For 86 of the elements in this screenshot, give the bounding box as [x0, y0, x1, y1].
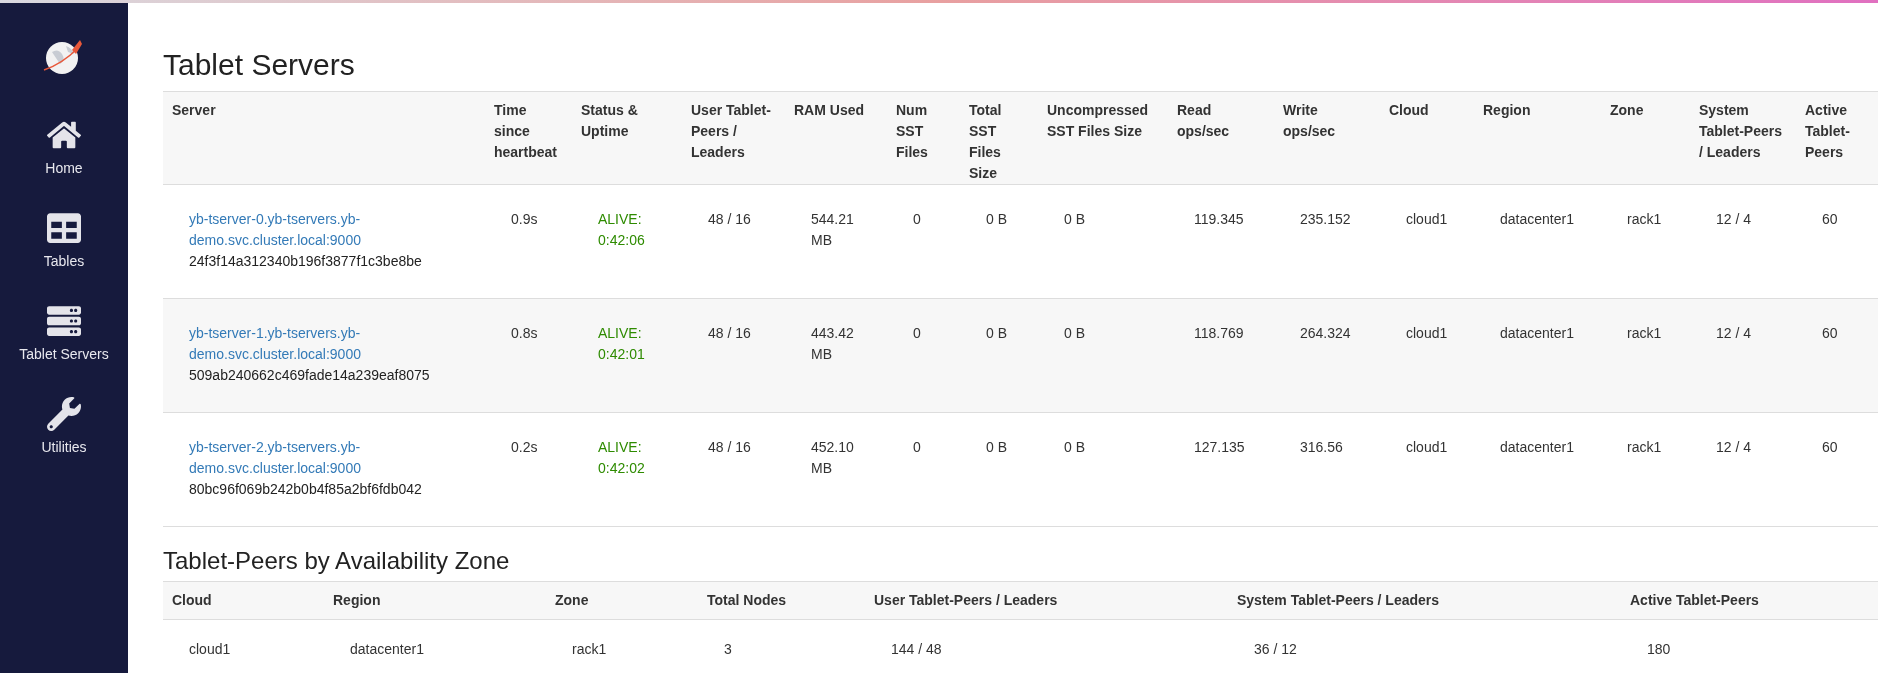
table-cell-text: 452.10 MB — [811, 438, 855, 478]
column-header: Active Tablet-Peers — [1805, 102, 1850, 160]
table-cell-text: cloud1 — [1406, 210, 1448, 229]
table-cell-text: 0 B — [986, 438, 1007, 457]
column-header: Zone — [1610, 102, 1644, 118]
column-header: Total SST Files Size — [969, 102, 1002, 181]
column-header: Cloud — [1389, 102, 1429, 118]
table-cell-text: 12 / 4 — [1716, 438, 1752, 457]
page-title: Tablet Servers — [163, 48, 356, 82]
column-header: Region — [1483, 102, 1531, 118]
table-cell-text: rack1 — [1627, 438, 1662, 457]
column-header: Write ops/sec — [1283, 102, 1336, 139]
status-text: ALIVE: 0:42:06 — [598, 210, 646, 250]
column-header: System Tablet-Peers / Leaders — [1699, 102, 1782, 160]
table-cell-text: datacenter1 — [1500, 324, 1574, 343]
column-header: Read ops/sec — [1177, 102, 1230, 139]
table-cell-text: 235.152 — [1300, 210, 1351, 229]
table-cell-text: 0 B — [1064, 438, 1085, 457]
table-cell-text: 0 — [913, 324, 921, 343]
table-cell-text: 60 — [1822, 324, 1838, 343]
column-header: Time since heartbeat — [494, 102, 558, 160]
server-uuid: 24f3f14a312340b196f3877f1c3be8be — [189, 252, 423, 271]
sidebar-item[interactable]: Home — [45, 118, 83, 178]
table-cell-text: cloud1 — [1406, 324, 1448, 343]
column-header: Num SST Files — [896, 102, 928, 160]
server-uuid: 80bc96f069b242b0b4f85a2bf6fdb042 — [189, 480, 423, 499]
table-cell: 3 — [724, 641, 732, 658]
table-cell-text: 0.8s — [511, 324, 538, 343]
column-header: Active Tablet-Peers — [1630, 592, 1759, 608]
table-cell-text: 48 / 16 — [708, 324, 751, 343]
status-text: ALIVE: 0:42:01 — [598, 324, 646, 364]
column-header: Server — [172, 102, 216, 118]
table-cell-text: 119.345 — [1194, 210, 1244, 229]
table-cell: 36 / 12 — [1254, 641, 1297, 658]
sidebar-item[interactable]: Tables — [43, 211, 85, 271]
table-cell-text: 118.769 — [1194, 324, 1244, 343]
table-cell-text: 264.324 — [1300, 324, 1351, 343]
table-cell-text: 0 — [913, 210, 921, 229]
table-cell-text: 443.42 MB — [811, 324, 855, 364]
table-cell-text: rack1 — [1627, 210, 1662, 229]
table-cell-text: datacenter1 — [1500, 210, 1574, 229]
status-text: ALIVE: 0:42:02 — [598, 438, 646, 478]
column-header: RAM Used — [794, 102, 864, 118]
table-cell-text: 60 — [1822, 438, 1838, 457]
column-header: Zone — [555, 592, 589, 608]
server-link[interactable]: yb-tserver-2.yb-tservers.yb-demo.svc.cluster.local:9000 — [189, 437, 389, 479]
table-cell-text: 0 B — [1064, 210, 1085, 229]
table-cell-text: 0 B — [986, 210, 1007, 229]
server-uuid: 509ab240662c469fade14a239eaf8075 — [189, 366, 431, 385]
column-header: System Tablet-Peers / Leaders — [1237, 592, 1440, 608]
table-cell-text: 0 B — [986, 324, 1007, 343]
table-cell-text: cloud1 — [1406, 438, 1448, 457]
column-header: Status & Uptime — [581, 102, 638, 139]
table-cell-text: rack1 — [1627, 324, 1662, 343]
section-title: Tablet-Peers by Availability Zone — [163, 547, 511, 575]
table-cell-text: 0 — [913, 438, 921, 457]
column-header: User Tablet-Peers / Leaders — [874, 592, 1058, 608]
table-cell: rack1 — [572, 641, 607, 658]
table-cell: 144 / 48 — [891, 641, 942, 658]
table-cell-text: 316.56 — [1300, 438, 1343, 457]
sidebar-item[interactable]: Utilities — [41, 397, 87, 457]
table-cell-text: 0.2s — [511, 438, 538, 457]
server-link[interactable]: yb-tserver-1.yb-tservers.yb-demo.svc.cluster.local:9000 — [189, 323, 389, 365]
table-cell-text: 60 — [1822, 210, 1838, 229]
table-cell-text: 48 / 16 — [708, 210, 751, 229]
table-cell-text: datacenter1 — [1500, 438, 1574, 457]
column-header: User Tablet-Peers / Leaders — [691, 102, 771, 160]
table-cell-text: 127.135 — [1194, 438, 1245, 457]
column-header: Uncompressed SST Files Size — [1047, 102, 1149, 139]
column-header: Region — [333, 592, 381, 608]
column-header: Cloud — [172, 592, 212, 608]
server-link[interactable]: yb-tserver-0.yb-tservers.yb-demo.svc.cluster.local:9000 — [189, 209, 389, 251]
table-cell-text: 0 B — [1064, 324, 1085, 343]
wrench-icon — [47, 397, 81, 431]
table-cell: cloud1 — [189, 641, 231, 658]
server-icon — [47, 304, 81, 338]
table-cell-text: 12 / 4 — [1716, 324, 1752, 343]
table-cell-text: 544.21 MB — [811, 210, 855, 250]
table-cell: datacenter1 — [350, 641, 424, 658]
table-cell: 180 — [1647, 641, 1671, 658]
column-header: Total Nodes — [707, 592, 787, 608]
table-cell-text: 48 / 16 — [708, 438, 751, 457]
table-cell-text: 0.9s — [511, 210, 538, 229]
table-icon — [47, 211, 81, 245]
table-cell-text: 12 / 4 — [1716, 210, 1752, 229]
sidebar-item[interactable]: Tablet Servers — [19, 304, 109, 364]
